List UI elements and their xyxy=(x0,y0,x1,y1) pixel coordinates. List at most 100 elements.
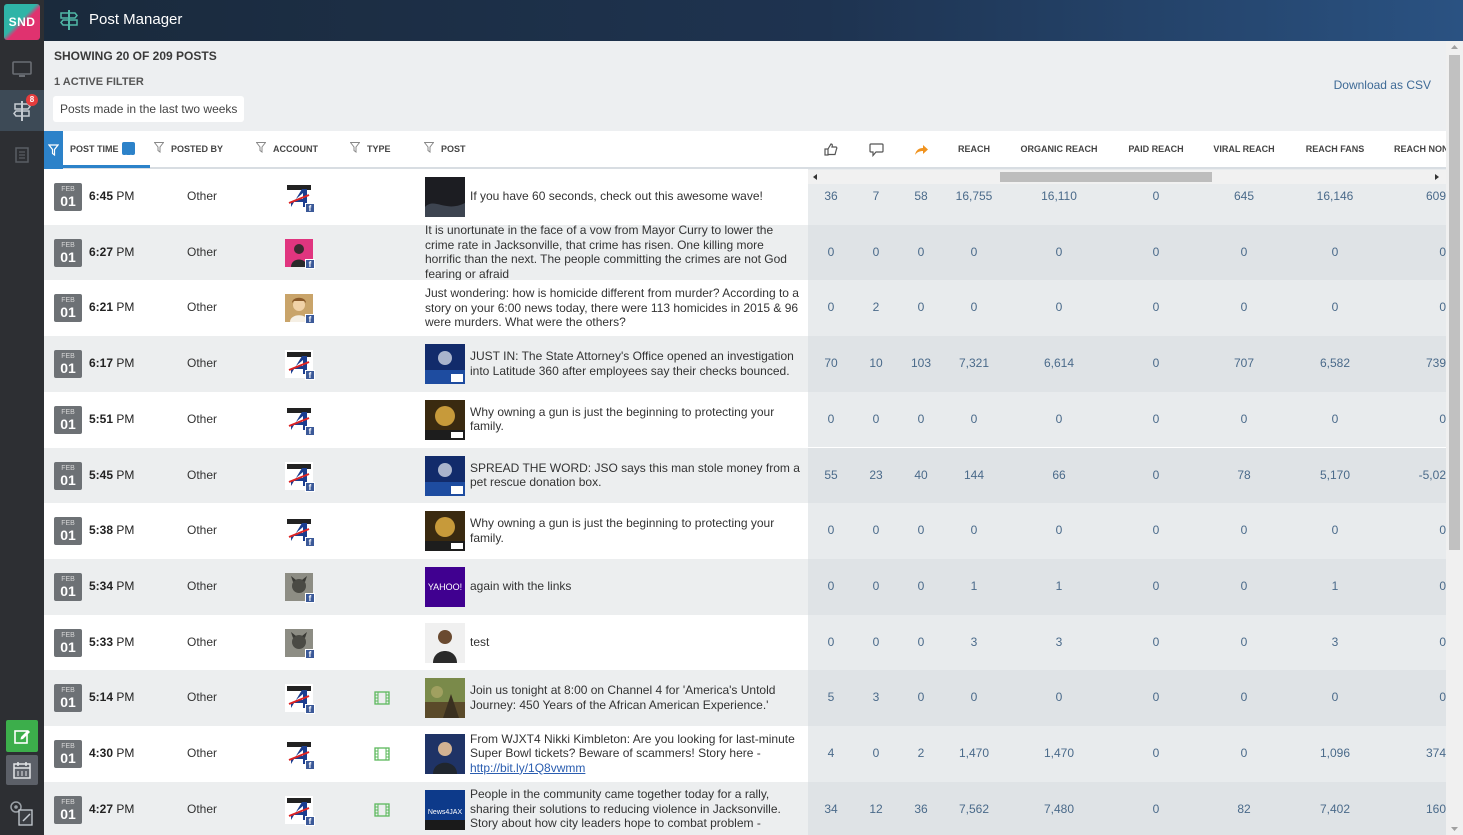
table-row[interactable]: FEB 01 6:17 PM Other f JUST IN: The State Att… xyxy=(44,336,1446,392)
dashboard-nav-button[interactable] xyxy=(0,50,44,90)
calendar-button[interactable] xyxy=(6,755,38,785)
filter-icon[interactable] xyxy=(423,132,435,168)
monitor-icon xyxy=(12,61,32,77)
table-row[interactable]: FEB 01 5:14 PM Other f Join us tonight at 8:0… xyxy=(44,670,1446,726)
settings-button[interactable] xyxy=(0,790,44,835)
reach-nonfans-value: 160 xyxy=(1425,801,1446,816)
account-avatar[interactable]: f xyxy=(285,350,315,381)
scrollbar-thumb[interactable] xyxy=(1000,172,1212,182)
column-header-viral-reach[interactable]: VIRAL REACH xyxy=(1204,131,1284,167)
account-avatar[interactable]: f xyxy=(285,461,315,492)
column-header-comments[interactable] xyxy=(861,131,891,167)
column-header-posted-by[interactable]: POSTED BY xyxy=(153,131,223,168)
compose-button[interactable] xyxy=(6,720,38,752)
post-text[interactable]: It is unortunate in the face of a vow fr… xyxy=(425,223,802,281)
post-text[interactable]: SPREAD THE WORD: JSO says this man stole… xyxy=(470,448,802,503)
account-avatar[interactable]: f xyxy=(285,684,315,715)
column-header-type[interactable]: TYPE xyxy=(349,131,391,168)
metrics-horizontal-scrollbar[interactable] xyxy=(808,170,1446,184)
posted-by: Other xyxy=(187,801,218,816)
scroll-down-icon[interactable] xyxy=(1446,823,1463,835)
post-text[interactable]: From WJXT4 Nikki Kimbleton: Are you look… xyxy=(470,726,802,781)
scrollbar-thumb[interactable] xyxy=(1449,55,1460,550)
filter-icon[interactable] xyxy=(153,132,165,168)
account-avatar[interactable]: f xyxy=(285,294,315,325)
post-thumbnail[interactable] xyxy=(425,511,465,552)
table-row[interactable]: FEB 01 5:34 PM Other f YAHOO! again with the l… xyxy=(44,558,1446,615)
account-avatar[interactable]: f xyxy=(285,740,315,770)
reach-fans-value: 0 xyxy=(1331,300,1339,315)
post-info-cell: FEB 01 5:14 PM Other f Join us tonight at 8:0… xyxy=(44,670,808,726)
account-avatar[interactable]: f xyxy=(285,795,315,826)
post-thumbnail[interactable] xyxy=(425,622,465,663)
scroll-right-icon[interactable] xyxy=(1433,170,1441,184)
table-row[interactable]: FEB 01 6:21 PM Other f Just wondering: how is… xyxy=(44,280,1446,337)
post-thumbnail[interactable] xyxy=(425,344,465,385)
viral-reach-value: 0 xyxy=(1240,578,1248,593)
scroll-left-icon[interactable] xyxy=(811,170,819,184)
post-thumbnail[interactable]: YAHOO! xyxy=(425,566,465,607)
download-csv-link[interactable]: Download as CSV xyxy=(1334,78,1431,92)
column-header-post-time[interactable]: POST TIME xyxy=(70,131,135,167)
column-header-organic-reach[interactable]: ORGANIC REACH xyxy=(1014,131,1104,167)
app-logo[interactable]: SND xyxy=(4,4,40,40)
scroll-up-icon[interactable] xyxy=(1446,41,1463,53)
filter-icon[interactable] xyxy=(349,132,361,168)
day-label: 01 xyxy=(60,360,76,377)
post-time: 4:27 PM xyxy=(89,801,135,816)
post-text[interactable]: Just wondering: how is homicide differen… xyxy=(425,280,802,335)
column-header-account[interactable]: ACCOUNT xyxy=(255,131,318,168)
paid-reach-value: 0 xyxy=(1152,690,1160,705)
reports-nav-button[interactable] xyxy=(0,135,44,175)
post-link[interactable]: http://bit.ly/1Q8vwmm xyxy=(470,761,585,775)
reach-fans-value: 5,170 xyxy=(1319,467,1351,482)
column-label: POST xyxy=(441,144,466,154)
account-avatar[interactable]: f xyxy=(285,572,315,603)
post-text[interactable]: Why owning a gun is just the beginning t… xyxy=(470,392,802,447)
post-thumbnail[interactable] xyxy=(425,678,465,719)
post-thumbnail[interactable] xyxy=(425,455,465,496)
column-header-reach-fans[interactable]: REACH FANS xyxy=(1295,131,1375,167)
posted-by: Other xyxy=(187,411,218,426)
account-avatar[interactable]: f xyxy=(285,517,315,548)
post-manager-nav-button[interactable]: 8 xyxy=(0,90,44,131)
column-header-likes[interactable] xyxy=(816,131,846,167)
filter-icon[interactable] xyxy=(255,132,267,168)
reach-nonfans-value: 0 xyxy=(1439,300,1446,315)
column-header-reach-nonfans[interactable]: REACH NON xyxy=(1394,131,1446,167)
post-thumbnail[interactable] xyxy=(425,177,465,217)
vertical-scrollbar[interactable] xyxy=(1446,41,1463,835)
reach-nonfans-value: 0 xyxy=(1439,523,1446,538)
table-row[interactable]: FEB 01 5:51 PM Other f Why owning a gun is ju… xyxy=(44,391,1446,448)
post-text[interactable]: People in the community came together to… xyxy=(470,782,802,835)
table-row[interactable]: FEB 01 5:33 PM Other f test 0 0 0 3 3 0 0 3 0 xyxy=(44,614,1446,671)
table-row[interactable]: FEB 01 4:27 PM Other f News4JAX People in the … xyxy=(44,781,1446,835)
post-text[interactable]: Why owning a gun is just the beginning t… xyxy=(470,503,802,558)
account-avatar[interactable]: f xyxy=(285,238,315,269)
account-avatar[interactable]: f xyxy=(285,405,315,436)
post-text[interactable]: If you have 60 seconds, check out this a… xyxy=(470,169,802,224)
filter-toggle-button[interactable] xyxy=(44,131,63,169)
viral-reach-value: 82 xyxy=(1237,801,1251,816)
table-row[interactable]: FEB 01 4:30 PM Other f From WJXT4 Nikki Kimbl… xyxy=(44,726,1446,782)
account-avatar[interactable]: f xyxy=(285,183,315,213)
post-thumbnail[interactable] xyxy=(425,399,465,440)
column-header-shares[interactable] xyxy=(906,131,936,167)
reach-value: 1,470 xyxy=(958,746,990,760)
post-text[interactable]: JUST IN: The State Attorney's Office ope… xyxy=(470,336,802,391)
account-avatar[interactable]: f xyxy=(285,628,315,659)
filter-chip[interactable]: Posts made in the last two weeks xyxy=(53,96,245,122)
post-thumbnail[interactable] xyxy=(425,734,465,774)
post-thumbnail[interactable]: News4JAX xyxy=(425,789,465,830)
sort-dropdown-icon[interactable] xyxy=(121,142,135,160)
post-text[interactable]: again with the links xyxy=(470,559,802,614)
comments-count: 0 xyxy=(872,578,880,593)
post-text[interactable]: test xyxy=(470,615,802,670)
column-header-paid-reach[interactable]: PAID REACH xyxy=(1116,131,1196,167)
column-header-post[interactable]: POST xyxy=(423,131,466,168)
table-row[interactable]: FEB 01 5:45 PM Other f SPREAD THE WORD: JSO s… xyxy=(44,447,1446,504)
post-text[interactable]: Join us tonight at 8:00 on Channel 4 for… xyxy=(470,670,802,725)
table-row[interactable]: FEB 01 6:27 PM Other f It is unortunate in th… xyxy=(44,223,1446,281)
table-row[interactable]: FEB 01 5:38 PM Other f Why owning a gun is ju… xyxy=(44,503,1446,559)
column-header-reach[interactable]: REACH xyxy=(944,131,1004,167)
